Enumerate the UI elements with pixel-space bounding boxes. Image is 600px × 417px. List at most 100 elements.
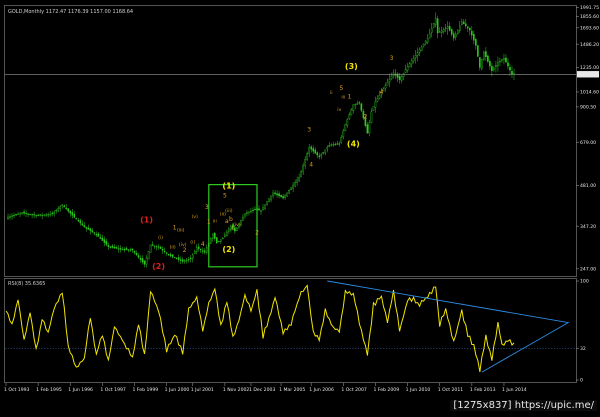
price-candle (201, 250, 204, 252)
price-axis-label: 679.00 (580, 140, 596, 146)
price-candle (163, 250, 166, 252)
price-candle (458, 25, 461, 31)
price-candle (214, 233, 216, 239)
time-axis-label: 1 Feb 2009 (373, 387, 399, 393)
wave-label: 3 (390, 55, 394, 62)
price-candle (404, 69, 407, 73)
price-candle (340, 136, 343, 143)
price-candle (479, 57, 481, 68)
price-candle (465, 23, 467, 27)
wave-label: 4 (201, 241, 205, 248)
price-candle (27, 213, 29, 215)
price-candle (75, 218, 78, 220)
price-candle (318, 155, 321, 158)
price-candle (153, 245, 156, 247)
wave-label: (2) (152, 262, 165, 271)
price-candle (41, 214, 43, 216)
price-candle (189, 258, 192, 260)
price-candle (410, 60, 413, 65)
time-axis-label: 1 Jun 2000 (165, 387, 190, 393)
price-candle (47, 214, 49, 216)
wave-label: iii (213, 218, 217, 224)
price-candle (266, 201, 268, 205)
wave-label: (iv) (179, 242, 187, 248)
price-candle (444, 27, 447, 29)
price-candle (298, 177, 300, 182)
price-candle (15, 214, 17, 216)
time-axis-label: 1 Jul 2001 (191, 387, 214, 393)
rsi-panel-title: RSI(8) 35.6365 (8, 281, 45, 287)
price-candle (338, 143, 341, 145)
price-candle (400, 76, 403, 81)
price-candle (205, 247, 208, 253)
price-axis-label: 1235.00 (580, 65, 599, 71)
price-candle (145, 257, 148, 265)
wave-label: 4 (380, 89, 384, 96)
price-candle (33, 214, 35, 216)
price-candle (418, 49, 421, 53)
price-candle (420, 46, 423, 52)
wave-label: (ii) (170, 245, 176, 251)
price-candle (450, 29, 453, 35)
price-candle (312, 148, 315, 152)
price-candle (7, 216, 9, 220)
price-axis-label: 1855.60 (580, 14, 599, 20)
price-candle (354, 103, 357, 106)
price-candle (193, 250, 196, 254)
wave-label: (v) (192, 214, 199, 220)
price-candle (139, 258, 142, 260)
price-candle (368, 122, 371, 134)
price-candle (284, 195, 286, 199)
price-candle (9, 216, 11, 218)
wave-label: 1 (347, 93, 351, 100)
price-candle (258, 208, 260, 211)
chart-background (0, 0, 600, 413)
wave-label: iii (341, 94, 345, 100)
price-candle (99, 237, 102, 239)
watermark: [1275x837] https://upic.me/ (450, 400, 597, 411)
time-axis-label: 1 Jun 2014 (502, 387, 527, 393)
price-candle (432, 23, 435, 28)
price-candle (370, 111, 373, 123)
price-axis-label: 347.20 (580, 224, 596, 230)
price-candle (199, 249, 202, 251)
time-axis-label: 1 Jun 2006 (309, 387, 334, 393)
price-candle (386, 82, 389, 86)
price-candle (19, 213, 21, 215)
price-candle (334, 144, 337, 146)
time-axis-label: 1 Oct 2011 (438, 387, 464, 393)
price-candle (77, 220, 80, 222)
price-candle (65, 207, 68, 210)
time-axis-label: 1 Dec 2003 (249, 387, 276, 393)
price-candle (473, 34, 475, 41)
wave-label: 2 (364, 114, 368, 121)
price-candle (216, 237, 218, 244)
price-panel-title: GOLD,Monthly 1172.47 1176.39 1157.00 116… (8, 9, 133, 15)
price-axis-label: 1014.60 (580, 90, 599, 96)
price-candle (226, 231, 228, 237)
price-candle (384, 85, 387, 89)
price-candle (300, 171, 302, 178)
price-candle (366, 124, 369, 134)
price-candle (290, 187, 292, 191)
price-candle (350, 109, 353, 116)
price-candle (53, 211, 55, 215)
price-candle (497, 62, 499, 67)
price-candle (81, 223, 84, 226)
price-candle (31, 214, 33, 216)
price-candle (426, 38, 429, 43)
price-candle (135, 252, 138, 256)
price-candle (57, 208, 60, 212)
price-candle (483, 51, 485, 60)
price-candle (103, 239, 106, 243)
price-candle (21, 212, 23, 214)
price-candle (276, 193, 278, 196)
wave-label: ii (330, 90, 333, 96)
wave-label: 5 (223, 192, 227, 199)
price-candle (149, 244, 152, 253)
price-candle (388, 79, 391, 83)
price-candle (222, 237, 224, 239)
price-candle (125, 248, 128, 250)
price-candle (452, 33, 455, 39)
price-candle (131, 249, 134, 251)
